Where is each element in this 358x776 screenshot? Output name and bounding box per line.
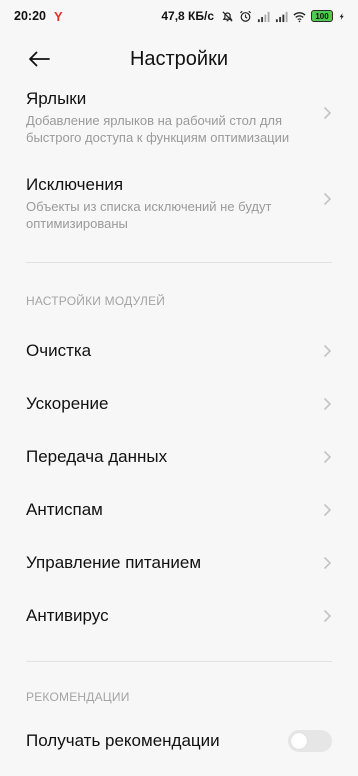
module-label: Ускорение: [26, 393, 109, 413]
toggle-knob: [291, 732, 307, 749]
app-header: Настройки: [0, 38, 358, 80]
alarm-icon: [240, 10, 251, 22]
module-cleanup[interactable]: Очистка: [0, 324, 358, 377]
setting-shortcuts-description: Добавление ярлыков на рабочий стол для б…: [26, 113, 290, 145]
setting-exclusions-title: Исключения: [26, 175, 124, 194]
section-header-recommendations: РЕКОМЕНДАЦИИ: [26, 690, 130, 704]
module-label: Передача данных: [26, 446, 168, 466]
setting-exclusions[interactable]: Исключения Объекты из списка исключений …: [0, 156, 358, 259]
status-bar: 20:20 Y 47,8 КБ/с 100: [0, 0, 358, 32]
recommendations-toggle[interactable]: [288, 729, 332, 752]
divider: [26, 262, 332, 263]
section-header-modules: НАСТРОЙКИ МОДУЛЕЙ: [26, 294, 166, 308]
module-power-management[interactable]: Управление питанием: [0, 536, 358, 589]
module-label: Антиспам: [26, 499, 103, 519]
chevron-right-icon: [323, 106, 332, 120]
operator-icon: Y: [53, 8, 63, 24]
chevron-right-icon: [323, 344, 332, 358]
chevron-right-icon: [323, 397, 332, 411]
setting-shortcuts-title: Ярлыки: [26, 89, 87, 108]
module-label: Очистка: [26, 340, 92, 360]
module-label: Управление питанием: [26, 552, 202, 572]
setting-exclusions-description: Объекты из списка исключений не будут оп…: [26, 199, 272, 231]
chevron-right-icon: [323, 192, 332, 206]
bell-muted-icon: [222, 10, 233, 22]
setting-get-recommendations[interactable]: Получать рекомендации: [0, 714, 358, 767]
setting-label: Получать рекомендации: [26, 730, 220, 750]
module-label: Антивирус: [26, 605, 109, 625]
battery-icon: 100: [311, 10, 333, 22]
divider: [26, 661, 332, 662]
chevron-right-icon: [323, 503, 332, 517]
settings-list: Ярлыки Добавление ярлыков на рабочий сто…: [0, 84, 358, 767]
network-speed: 47,8 КБ/с: [161, 9, 214, 23]
modules-list: Очистка Ускорение Передача данных Антисп…: [0, 324, 358, 642]
chevron-right-icon: [323, 556, 332, 570]
arrow-left-icon: [29, 51, 50, 67]
module-acceleration[interactable]: Ускорение: [0, 377, 358, 430]
wifi-icon: [293, 11, 306, 22]
status-time: 20:20: [14, 9, 46, 23]
module-data-transfer[interactable]: Передача данных: [0, 430, 358, 483]
chevron-right-icon: [323, 609, 332, 623]
charging-icon: [339, 12, 344, 20]
module-antivirus[interactable]: Антивирус: [0, 589, 358, 642]
battery-level: 100: [315, 11, 329, 21]
module-antispam[interactable]: Антиспам: [0, 483, 358, 536]
setting-shortcuts[interactable]: Ярлыки Добавление ярлыков на рабочий сто…: [0, 84, 358, 156]
chevron-right-icon: [323, 450, 332, 464]
signal-icon-1: [257, 11, 270, 22]
back-button[interactable]: [26, 47, 52, 71]
signal-icon-2: [275, 11, 288, 22]
page-title: Настройки: [129, 47, 229, 70]
